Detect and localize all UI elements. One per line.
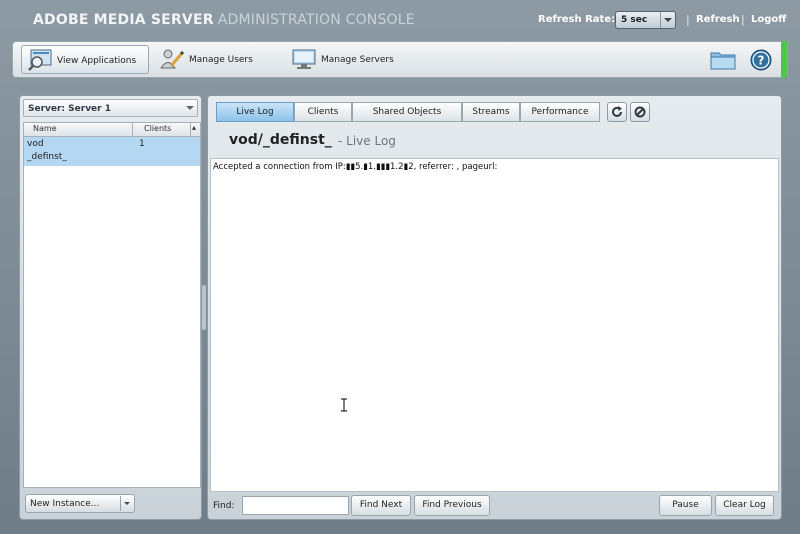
log-line: Accepted a connection from IP:▮▮5.▮1.▮▮▮… — [213, 162, 498, 172]
tab-streams[interactable]: Streams — [462, 102, 520, 122]
column-header-clients[interactable]: Clients — [144, 124, 171, 133]
manage-servers-button[interactable]: Manage Servers — [287, 45, 413, 74]
folder-icon[interactable] — [710, 49, 736, 71]
instance-clients: 1 — [139, 139, 145, 149]
chevron-down-icon[interactable] — [186, 106, 194, 114]
instance-name: vod — [27, 139, 44, 149]
chevron-down-icon[interactable] — [660, 12, 675, 28]
header-separator: | — [686, 13, 690, 26]
panel-splitter[interactable] — [202, 285, 206, 330]
find-next-button[interactable]: Find Next — [351, 495, 411, 516]
manage-servers-label: Manage Servers — [321, 55, 394, 65]
view-applications-label: View Applications — [57, 56, 137, 66]
instance-title: vod/_definst_ — [229, 132, 332, 148]
refresh-rate-value: 5 sec — [621, 15, 648, 25]
refresh-button[interactable] — [607, 102, 627, 122]
server-select-value: Server: Server 1 — [28, 104, 111, 114]
tab-performance[interactable]: Performance — [520, 102, 600, 122]
manage-servers-icon — [292, 49, 316, 69]
stop-icon — [634, 106, 646, 118]
brand-name: ADOBE MEDIA SERVER — [33, 12, 214, 28]
refresh-rate-label: Refresh Rate: — [538, 14, 616, 25]
refresh-icon — [612, 106, 622, 117]
new-instance-button[interactable]: New Instance... — [25, 494, 135, 513]
manage-users-label: Manage Users — [189, 55, 253, 65]
instance-name-sub: _definst_ — [27, 152, 67, 162]
brand-subtitle: ADMINISTRATION CONSOLE — [217, 12, 415, 28]
live-log-panel: Live Log Clients Shared Objects Streams … — [207, 95, 782, 520]
manage-users-button[interactable]: Manage Users — [155, 45, 275, 74]
text-cursor-icon — [341, 398, 347, 412]
top-bar: ADOBE MEDIA SERVER ADMINISTRATION CONSOLE… — [0, 0, 800, 40]
logoff-link[interactable]: Logoff — [751, 14, 786, 25]
view-applications-icon — [28, 49, 52, 71]
refresh-rate-select[interactable]: 5 sec — [615, 11, 676, 29]
find-previous-button[interactable]: Find Previous — [414, 495, 490, 516]
view-applications-button[interactable]: View Applications — [21, 45, 149, 74]
tab-shared-objects[interactable]: Shared Objects — [352, 102, 462, 122]
applications-panel: Server: Server 1 Name Clients ▴ vod _def… — [19, 95, 202, 520]
log-output[interactable]: Accepted a connection from IP:▮▮5.▮1.▮▮▮… — [210, 158, 779, 492]
clear-log-button[interactable]: Clear Log — [715, 495, 774, 516]
column-divider — [132, 123, 133, 136]
sort-up-icon[interactable]: ▴ — [192, 123, 196, 132]
server-select[interactable]: Server: Server 1 — [23, 99, 198, 117]
tab-live-log[interactable]: Live Log — [216, 102, 294, 122]
pause-button[interactable]: Pause — [659, 495, 712, 516]
column-header-name[interactable]: Name — [33, 124, 57, 133]
view-subtitle: - Live Log — [338, 134, 396, 148]
status-indicator — [781, 41, 787, 78]
refresh-link[interactable]: Refresh — [696, 14, 740, 25]
new-instance-label: New Instance... — [30, 499, 100, 509]
column-divider — [190, 123, 191, 136]
grid-header: Name Clients ▴ — [24, 123, 200, 137]
find-input[interactable] — [242, 496, 349, 515]
chevron-down-icon[interactable] — [120, 496, 134, 511]
stop-button[interactable] — [630, 102, 650, 122]
header-separator: | — [741, 13, 745, 26]
app-brand: ADOBE MEDIA SERVER ADMINISTRATION CONSOLE — [33, 12, 415, 28]
table-row[interactable]: vod _definst_ 1 — [24, 137, 200, 166]
find-label: Find: — [213, 501, 235, 511]
svg-text:?: ? — [758, 54, 765, 68]
tab-clients[interactable]: Clients — [294, 102, 352, 122]
help-icon[interactable]: ? — [750, 49, 772, 71]
manage-users-icon — [160, 49, 185, 69]
applications-grid: Name Clients ▴ vod _definst_ 1 — [23, 122, 201, 488]
main-toolbar: View Applications Manage Users Manage Se… — [12, 41, 788, 78]
